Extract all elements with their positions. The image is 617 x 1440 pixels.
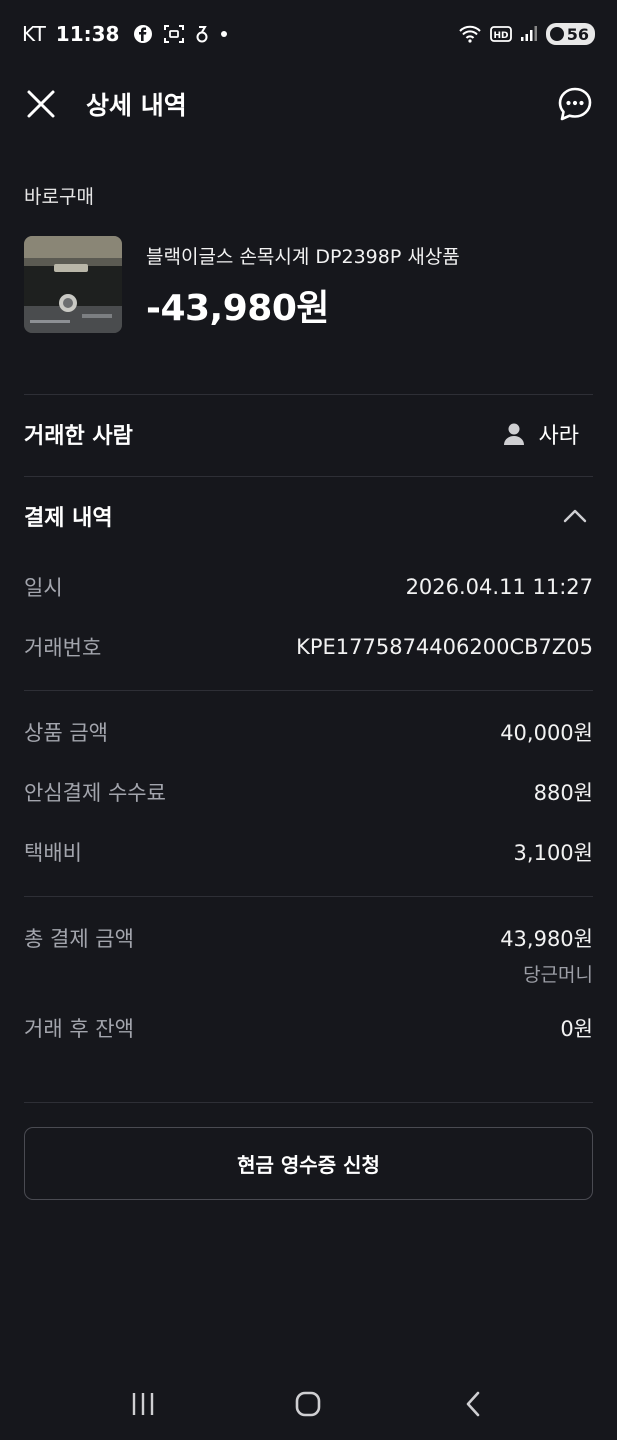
purchase-type-label: 바로구매 [24,186,94,208]
payment-section-title: 결제 내역 [24,506,113,531]
recent-apps-icon[interactable] [129,1390,157,1418]
divider [24,690,593,691]
hd-icon: HD [489,26,512,42]
divider [24,896,593,897]
total-row: 총 결제 금액 43,980원 [24,921,593,955]
product-name[interactable]: 블랙이글스 손목시계 DP2398P 새상품 [146,242,460,269]
counterparty-name[interactable]: 사라 [539,418,579,450]
divider [24,476,593,477]
balance-label: 거래 후 잔액 [24,1017,134,1041]
battery-level: 56 [566,24,589,44]
chat-bubble-icon[interactable] [557,86,593,122]
counterparty-row[interactable]: 거래한 사람 사라 [24,414,593,454]
carrier-label: KT [22,22,46,46]
person-icon [503,423,524,445]
item-price-label: 상품 금액 [24,721,108,745]
txid-label: 거래번호 [24,636,102,660]
datetime-label: 일시 [24,576,63,600]
product-thumbnail[interactable] [24,236,122,333]
wifi-icon [459,25,481,43]
status-bar: KT 11:38 HD 56 [0,0,617,68]
signal-icon [520,26,537,41]
system-nav-bar [0,1368,617,1440]
home-icon[interactable] [294,1390,322,1418]
product-amount: -43,980원 [146,288,329,329]
datetime-row: 일시 2026.04.11 11:27 [24,570,593,604]
item-price-row: 상품 금액 40,000원 [24,715,593,749]
divider [24,1102,593,1103]
battery-saver-icon [549,27,564,41]
app-notification-icon [196,26,208,43]
payment-section-header[interactable]: 결제 내역 [24,496,593,536]
shipping-value: 3,100원 [513,841,593,865]
txid-value: KPE1775874406200CB7Z05 [296,635,593,659]
shipping-row: 택배비 3,100원 [24,835,593,869]
clock: 11:38 [55,22,120,46]
datetime-value: 2026.04.11 11:27 [405,575,593,599]
battery-indicator: 56 [545,23,595,45]
balance-value: 0원 [560,1017,593,1041]
shipping-label: 택배비 [24,841,82,865]
divider [24,394,593,395]
product-summary[interactable]: 블랙이글스 손목시계 DP2398P 새상품 -43,980원 [24,236,594,334]
cash-receipt-button[interactable]: 현금 영수증 신청 [24,1127,593,1200]
payment-method: 당근머니 [523,963,593,986]
back-icon[interactable] [460,1390,488,1418]
chevron-up-icon[interactable] [561,506,589,526]
header: 상세 내역 [0,68,617,140]
svg-text:HD: HD [493,31,508,41]
counterparty-label: 거래한 사람 [24,424,133,449]
facebook-icon [134,25,153,43]
close-icon[interactable] [24,87,58,121]
balance-row: 거래 후 잔액 0원 [24,1011,593,1045]
total-value: 43,980원 [500,927,593,951]
fee-row: 안심결제 수수료 880원 [24,775,593,809]
fee-value: 880원 [533,781,593,805]
total-label: 총 결제 금액 [24,927,134,951]
payment-method-row: 당근머니 [24,958,593,988]
txid-row: 거래번호 KPE1775874406200CB7Z05 [24,630,593,664]
fee-label: 안심결제 수수료 [24,781,166,805]
dot-icon [221,31,228,37]
page-title: 상세 내역 [86,91,187,120]
scan-icon [164,25,185,43]
item-price-value: 40,000원 [500,721,593,745]
counterparty[interactable]: 사라 [503,418,579,450]
